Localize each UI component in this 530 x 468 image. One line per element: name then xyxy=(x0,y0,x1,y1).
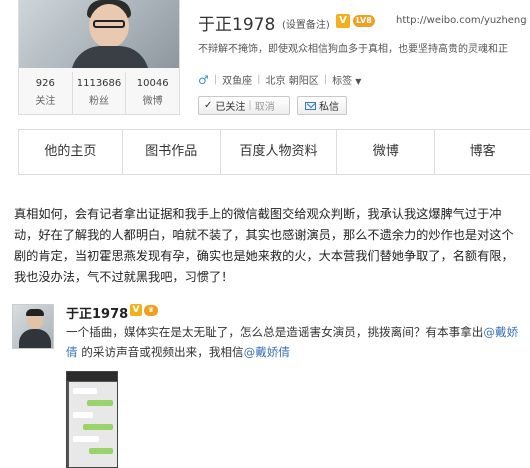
post-text: 一个插曲，媒体实在是太无耻了，怎么总是造谣害女演员，挑拨离间？有本事拿出 @戴娇倩… xyxy=(66,322,526,362)
divider: | xyxy=(257,74,261,85)
profile-url[interactable]: http://weibo.com/yuzheng xyxy=(396,15,527,26)
vip-level-badge[interactable]: LV8 xyxy=(353,15,375,27)
divider: | xyxy=(213,74,218,85)
chat-bubble xyxy=(73,388,97,394)
post-image-thumbnail[interactable] xyxy=(66,371,118,468)
chat-bubble xyxy=(73,412,93,418)
avatar-hair xyxy=(26,309,44,316)
stat-label: 微博 xyxy=(142,96,163,107)
stat-following[interactable]: 926 关注 xyxy=(19,72,73,114)
avatar-body xyxy=(19,329,51,348)
tab-blog[interactable]: 博客 xyxy=(435,130,530,174)
chat-bubble xyxy=(89,448,113,454)
tab-baidu-profile[interactable]: 百度人物资料 xyxy=(221,130,338,174)
tab-home[interactable]: 他的主页 xyxy=(19,130,123,174)
chat-bubble xyxy=(83,424,113,430)
stat-followers[interactable]: 1113686 粉丝 xyxy=(73,72,127,114)
post-avatar[interactable] xyxy=(12,304,54,349)
followed-label: 已关注 xyxy=(215,102,246,113)
verified-badge-icon[interactable]: V xyxy=(130,304,142,316)
stat-value: 1113686 xyxy=(76,78,122,89)
vip-badge-icon[interactable]: ♛ xyxy=(144,305,158,316)
divider: | xyxy=(248,100,252,111)
profile-avatar-card: 926 关注 1113686 粉丝 10046 微博 xyxy=(18,0,180,115)
stat-value: 926 xyxy=(35,78,55,89)
chat-screenshot xyxy=(69,382,117,467)
location: 北京 朝阳区 xyxy=(265,76,319,87)
chat-bubble xyxy=(73,436,99,442)
stat-label: 关注 xyxy=(35,96,56,107)
set-remark-link[interactable]: (设置备注) xyxy=(282,16,330,31)
profile-tab-bar: 他的主页 图书作品 百度人物资料 微博 博客 xyxy=(18,129,530,175)
chat-bubble xyxy=(87,400,113,406)
post-author-name[interactable]: 于正1978 xyxy=(66,303,128,322)
avatar-body xyxy=(71,46,149,68)
profile-bio: 不辩解不掩饰，即使观众相信狗血多于真相，也要坚持高贵的灵魂和正 xyxy=(198,44,508,55)
stat-label: 粉丝 xyxy=(89,96,109,107)
mail-icon xyxy=(305,101,316,110)
followed-button[interactable]: ✓ 已关注 | 取消 xyxy=(198,96,290,115)
phone-status-bar xyxy=(67,372,117,381)
article-text: 真相如何，会有记者拿出证据和我手上的微信截图交给观众判断，我承认我这爆脾气过于冲… xyxy=(14,207,514,284)
avatar-glasses xyxy=(93,20,125,28)
divider: | xyxy=(323,74,328,85)
unfollow-button[interactable]: 取消 xyxy=(255,98,275,113)
tab-weibo[interactable]: 微博 xyxy=(337,130,436,174)
stat-posts[interactable]: 10046 微博 xyxy=(126,72,179,114)
avatar[interactable] xyxy=(19,0,179,68)
male-icon: ♂ xyxy=(198,72,209,87)
stat-value: 10046 xyxy=(136,78,169,89)
check-icon: ✓ xyxy=(204,100,213,111)
tags-label: 标签 xyxy=(332,76,353,87)
post-text-part: 一个插曲，媒体实在是太无耻了，怎么总是造谣害女演员，挑拨离间？有本事拿出 xyxy=(66,325,484,339)
mention-link[interactable]: @戴娇倩 xyxy=(244,345,290,359)
chevron-down-icon: ▼ xyxy=(355,77,362,86)
zodiac: 双鱼座 xyxy=(222,76,253,87)
verified-badge-icon[interactable]: V xyxy=(336,14,350,28)
profile-meta: ♂ | 双鱼座 | 北京 朝阳区 | 标签 ▼ xyxy=(198,72,361,88)
profile-stats: 926 关注 1113686 粉丝 10046 微博 xyxy=(19,72,179,114)
profile-name: 于正1978 xyxy=(198,15,276,35)
message-button[interactable]: 私信 xyxy=(297,96,347,115)
tab-books[interactable]: 图书作品 xyxy=(123,130,221,174)
message-label: 私信 xyxy=(319,102,339,113)
post-text-part: 的采访声音或视频出来，我相信 xyxy=(77,345,244,359)
tags-dropdown[interactable]: 标签 ▼ xyxy=(332,72,361,87)
